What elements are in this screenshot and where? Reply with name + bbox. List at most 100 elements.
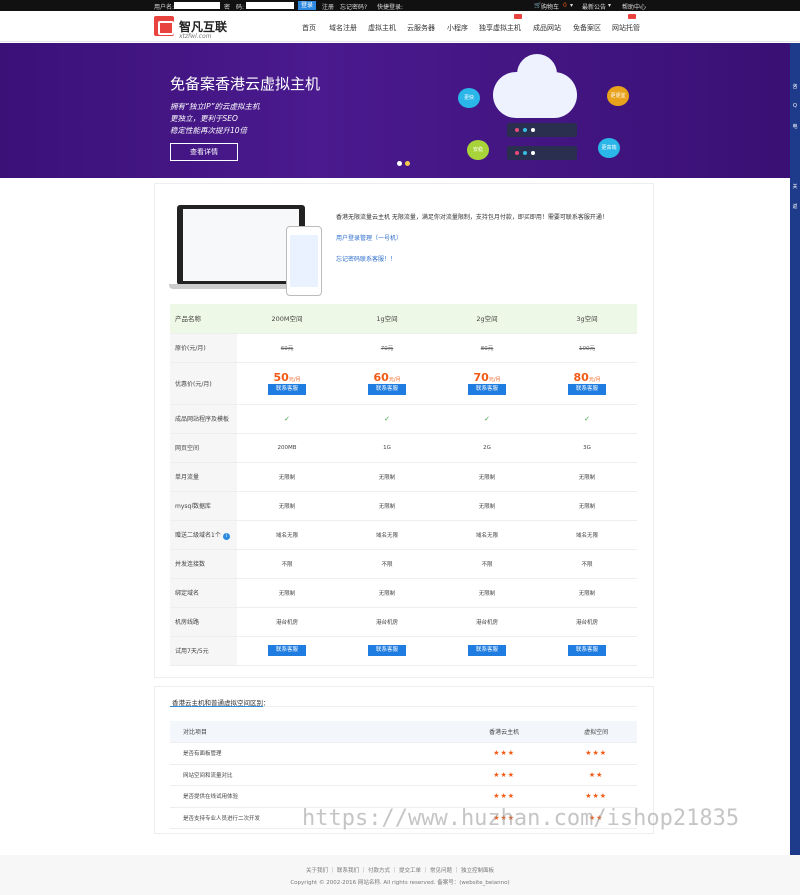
contact-service-button[interactable]: 联系客服 (368, 645, 406, 656)
row-label-trial: 试用7天/5元 (170, 636, 237, 666)
back-to-top-icon[interactable]: 返 (790, 203, 800, 213)
star-rating: ★★★ (555, 785, 637, 808)
nav-item-finished-site[interactable]: 成品网站 (533, 23, 561, 33)
bubble-premium: 更高端 (598, 138, 620, 158)
register-link[interactable]: 注册 (322, 2, 334, 11)
table-row: 赠送二级域名1个 i 域名无限 域名无限 域名无限 域名无限 (170, 520, 637, 550)
nav-item-mini-program[interactable]: 小程序 (447, 23, 468, 33)
traffic-value: 无限制 (337, 462, 437, 492)
bind-value: 无限制 (437, 578, 537, 608)
subdomain-value: 域名无限 (437, 520, 537, 550)
watermark-text: https://www.huzhan.com/ishop21835 (302, 806, 740, 831)
news-link[interactable]: 最新公告 (582, 2, 606, 11)
footer (0, 855, 800, 895)
table-row: 是否有面板管理 ★★★ ★★★ (170, 742, 637, 765)
cart-link[interactable]: 购物车 (541, 2, 559, 11)
info-icon[interactable]: i (222, 532, 230, 540)
phone-illustration (286, 226, 322, 296)
bubble-cheaper: 更便宜 (607, 86, 629, 106)
row-label-discount: 优惠价(元/月) (170, 362, 237, 405)
table-row: 单月流量 无限制 无限制 无限制 无限制 (170, 462, 637, 492)
quick-login-label: 快捷登录: (377, 4, 404, 11)
banner-line-3: 稳定性能再次提升10倍 (170, 126, 248, 135)
contact-service-button[interactable]: 联系客服 (468, 384, 506, 395)
server-icon (507, 123, 577, 137)
contact-service-button[interactable]: 联系客服 (468, 645, 506, 656)
contact-service-button[interactable]: 联系客服 (568, 384, 606, 395)
forgot-password-link[interactable]: 忘记密码? (340, 2, 367, 11)
forgot-password-contact-link[interactable]: 忘记密码联系客服！！ (336, 254, 396, 263)
row-label-product: 产品名称 (170, 304, 237, 334)
traffic-value: 无限制 (237, 462, 337, 492)
bind-value: 无限制 (337, 578, 437, 608)
footer-links[interactable]: 关于我们 ｜ 联系我们 ｜ 付款方式 ｜ 提交工单 ｜ 常见问题 ｜ 独立控制面… (0, 866, 800, 874)
row-label-subdomain: 赠送二级域名1个 i (170, 520, 237, 550)
nav-item-hosting[interactable]: 网站托管 (612, 23, 640, 33)
check-icon: ✓ (484, 414, 490, 423)
qq-icon[interactable]: Q (790, 103, 800, 113)
product-name: 200M空间 (237, 304, 337, 334)
space-value: 200MB (237, 433, 337, 463)
nav-item-domain[interactable]: 域名注册 (329, 23, 357, 33)
nav-item-home[interactable]: 首页 (302, 23, 316, 33)
bind-value: 无限制 (237, 578, 337, 608)
original-price: 70元 (380, 345, 394, 352)
row-label-template: 成品网站程序及模板 (170, 404, 237, 434)
top-bar: 用户名: 密 码: 登录 注册 忘记密码? 快捷登录: 🛒 购物车 0 ▾ 最新… (0, 0, 800, 11)
contact-service-button[interactable]: 联系客服 (568, 645, 606, 656)
login-button[interactable]: 登录 (298, 1, 316, 10)
banner-title: 免备案香港云虚拟主机 (170, 75, 321, 93)
price-unit: 元/月 (388, 377, 401, 383)
password-input[interactable] (246, 2, 294, 9)
table-row: 产品名称 200M空间 1g空间 2g空间 3g空间 (170, 304, 637, 334)
banner-dot-2[interactable] (405, 161, 410, 166)
col-header-cloud: 香港云主机 (453, 721, 556, 743)
space-value: 3G (537, 433, 637, 463)
row-label-bind: 绑定域名 (170, 578, 237, 608)
mysql-value: 无限制 (337, 491, 437, 521)
contact-service-button[interactable]: 联系客服 (268, 645, 306, 656)
star-rating: ★★ (555, 764, 637, 786)
compare-item: 网站空间和流量对比 (170, 764, 453, 786)
table-row: 对比项目 香港云主机 虚拟空间 (170, 721, 637, 743)
contact-service-button[interactable]: 联系客服 (368, 384, 406, 395)
banner-dot-1[interactable] (397, 161, 402, 166)
user-login-link[interactable]: 用户登录管理（一号机） (336, 233, 402, 242)
compare-item: 是否有面板管理 (170, 742, 453, 765)
intro-text: 香港无限流量云主机 无限流量，满足你对流量限制，支持包月付款，即买即用！需要可联… (336, 214, 608, 221)
col-header-virtual: 虚拟空间 (555, 721, 637, 743)
chat-icon[interactable]: 咨 (790, 83, 800, 93)
compare-item: 是否提供在线试用体验 (170, 785, 453, 808)
username-input[interactable] (174, 2, 220, 9)
nav-item-no-record[interactable]: 免备案区 (573, 23, 601, 33)
row-label-room: 机房线路 (170, 607, 237, 637)
logo-icon[interactable] (154, 16, 174, 36)
chevron-down-icon: ▾ (608, 2, 612, 9)
room-value: 港台机房 (337, 607, 437, 637)
col-header-item: 对比项目 (170, 721, 453, 743)
room-value: 港台机房 (437, 607, 537, 637)
follow-icon[interactable]: 关 (790, 183, 800, 193)
table-row: 机房线路 港台机房 港台机房 港台机房 港台机房 (170, 607, 637, 637)
original-price: 80元 (480, 345, 494, 352)
phone-icon[interactable]: 电 (790, 123, 800, 133)
price-table: 产品名称 200M空间 1g空间 2g空间 3g空间 原价(元/月) 60元 7… (170, 304, 637, 666)
nav-item-cloud-server[interactable]: 云服务器 (407, 23, 435, 33)
nav-item-dedicated-host[interactable]: 独享虚拟主机 (479, 23, 521, 33)
help-link[interactable]: 帮助中心 (622, 2, 646, 11)
bind-value: 无限制 (537, 578, 637, 608)
mysql-value: 无限制 (437, 491, 537, 521)
concurrency-value: 不限 (537, 549, 637, 579)
original-price: 100元 (579, 345, 595, 352)
table-row: 是否提供在线试用体验 ★★★ ★★★ (170, 785, 637, 808)
banner-detail-button[interactable]: 查看详情 (170, 143, 238, 161)
hot-badge-icon (514, 14, 522, 19)
nav-item-virtual-host[interactable]: 虚拟主机 (368, 23, 396, 33)
compare-title: 香港云主机和普通虚拟空间区别： (172, 699, 270, 707)
table-row: 网站空间和流量对比 ★★★ ★★ (170, 764, 637, 786)
subdomain-label: 赠送二级域名1个 (175, 531, 221, 539)
star-rating: ★★★ (453, 785, 556, 808)
contact-service-button[interactable]: 联系客服 (268, 384, 306, 395)
space-value: 1G (337, 433, 437, 463)
discount-price: 50 (273, 371, 289, 384)
